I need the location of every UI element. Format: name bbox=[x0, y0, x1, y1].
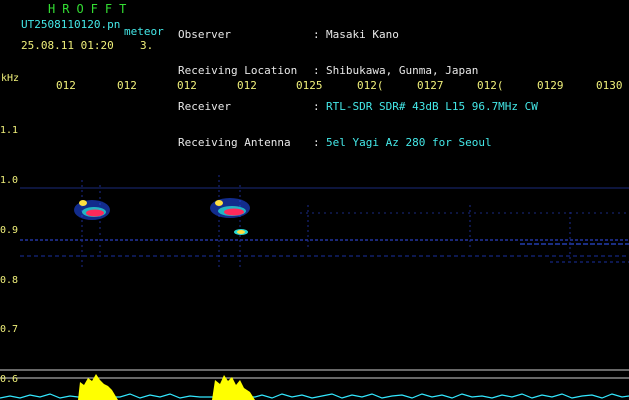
x-tick-label: 0125 bbox=[296, 79, 323, 92]
y-tick-label: 0.7 bbox=[0, 324, 19, 335]
date-time: 25.08.11 01:20 bbox=[21, 39, 114, 52]
x-tick-label: 0127 bbox=[417, 79, 444, 92]
y-axis-unit: kHz bbox=[1, 73, 20, 84]
y-tick-label: 0.9 bbox=[0, 225, 19, 236]
meteor-label: meteor bbox=[124, 25, 164, 38]
header: HROFFT UT2508110120.pn meteor 25.08.11 0… bbox=[0, 0, 629, 149]
location-value: Shibukawa, Gunma, Japan bbox=[326, 64, 479, 77]
y-tick-label: 0.8 bbox=[0, 275, 19, 286]
receiver-value: RTL-SDR SDR# 43dB L15 96.7MHz CW bbox=[326, 100, 538, 113]
info-label: Receiver bbox=[178, 100, 231, 113]
meteor-count: 3. bbox=[140, 39, 154, 52]
info-label: Receiving Antenna bbox=[178, 136, 291, 149]
info-label: Receiving Location bbox=[178, 64, 298, 77]
antenna-value: 5el Yagi Az 280 for Seoul bbox=[326, 136, 492, 149]
info-label: Observer bbox=[178, 28, 231, 41]
x-tick-label: 012 bbox=[117, 79, 137, 92]
y-tick-label: 1.1 bbox=[0, 125, 19, 136]
x-tick-label: 012( bbox=[357, 79, 384, 92]
x-tick-label: 0129 bbox=[537, 79, 564, 92]
x-tick-label: 012 bbox=[177, 79, 197, 92]
file-name: UT2508110120.pn bbox=[21, 18, 121, 31]
app-title: HROFFT bbox=[48, 2, 134, 16]
x-tick-label: 0130 bbox=[596, 79, 623, 92]
observer-value: Masaki Kano bbox=[326, 28, 399, 41]
y-tick-label: 1.0 bbox=[0, 175, 19, 186]
y-tick-label: 0.6 bbox=[0, 374, 19, 385]
x-tick-label: 012( bbox=[477, 79, 504, 92]
meteor-echo-1 bbox=[74, 200, 110, 220]
x-tick-label: 012 bbox=[56, 79, 76, 92]
x-tick-label: 012 bbox=[237, 79, 257, 92]
